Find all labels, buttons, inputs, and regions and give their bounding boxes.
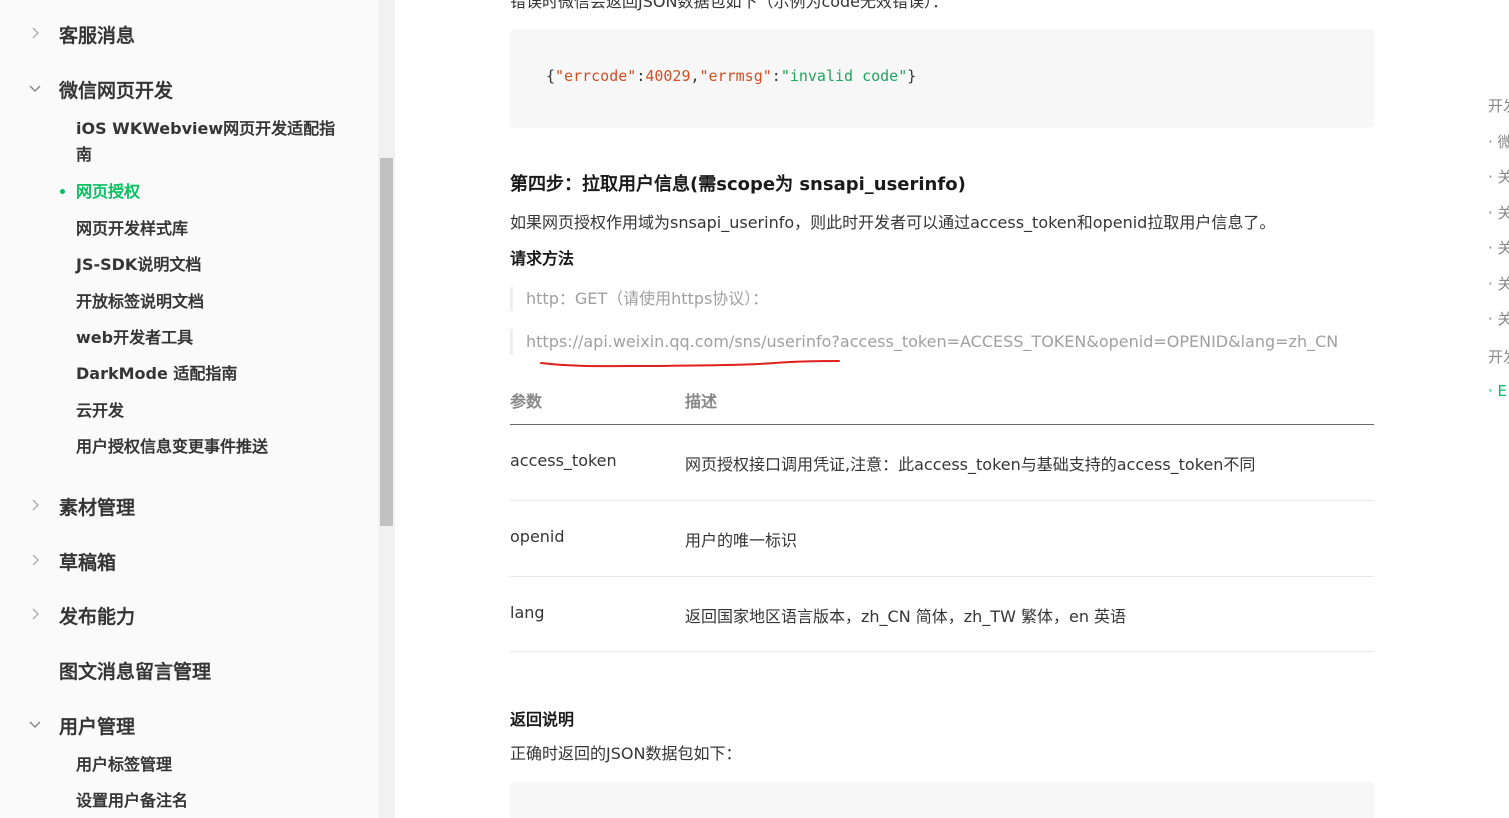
sidebar-section-label: 素材管理	[59, 497, 136, 519]
sidebar-item-ios-wkwebview[interactable]: iOS WKWebview网页开发适配指	[76, 116, 335, 142]
error-intro-text: 错误时微信会返回JSON数据包如下（示例为code无效错误）：	[510, 0, 949, 11]
toc-item[interactable]: · 关	[1488, 273, 1509, 294]
table-row: access_token 网页授权接口调用凭证,注意：此access_token…	[510, 425, 1374, 501]
sidebar-item-darkmode[interactable]: DarkMode 适配指南	[76, 361, 237, 387]
table-cell-desc: 用户的唯一标识	[685, 531, 798, 550]
code-punct: :	[636, 67, 646, 85]
return-heading: 返回说明	[510, 710, 575, 729]
toc-item[interactable]: · 微	[1488, 131, 1509, 152]
sidebar-item-jssdk[interactable]: JS-SDK说明文档	[76, 252, 201, 278]
code-block-error: {"errcode":40029,"errmsg":"invalid code"…	[510, 29, 1374, 128]
code-punct: {	[546, 67, 556, 85]
active-dot-icon	[60, 189, 65, 194]
scrollbar-thumb[interactable]	[380, 158, 393, 526]
api-url-quote: https://api.weixin.qq.com/sns/userinfo?a…	[510, 329, 1338, 355]
toc-item[interactable]: · 关	[1488, 308, 1509, 329]
table-header-param: 参数	[510, 392, 543, 411]
sidebar-item-style-lib[interactable]: 网页开发样式库	[76, 216, 188, 242]
toc-item-active[interactable]: · E	[1488, 382, 1507, 400]
sidebar-item-web-devtools[interactable]: web开发者工具	[76, 325, 193, 351]
sidebar-nav: 客服消息 微信网页开发 iOS WKWebview网页开发适配指 南 网页授权 …	[0, 0, 378, 818]
code-block-success	[510, 782, 1374, 818]
sidebar-item-auth-change[interactable]: 用户授权信息变更事件推送	[76, 434, 268, 460]
toc-item[interactable]: 开发	[1488, 95, 1509, 116]
sidebar-scrollbar[interactable]	[378, 0, 395, 818]
toc-item[interactable]: · 关	[1488, 202, 1509, 223]
request-method-label: 请求方法	[510, 249, 575, 268]
http-method-quote: http：GET（请使用https协议）：	[510, 287, 768, 311]
code-error-json: {"errcode":40029,"errmsg":"invalid code"…	[546, 67, 916, 85]
sidebar-section-label: 草稿箱	[59, 552, 117, 574]
table-cell-param: lang	[510, 603, 545, 622]
sidebar-section-label: 客服消息	[59, 25, 136, 47]
table-cell-desc: 网页授权接口调用凭证,注意：此access_token与基础支持的access_…	[685, 455, 1256, 474]
sidebar-item-user-tags[interactable]: 用户标签管理	[76, 752, 172, 778]
code-punct: }	[907, 67, 917, 85]
chevron-right-icon	[32, 27, 40, 39]
table-row: lang 返回国家地区语言版本，zh_CN 简体，zh_TW 繁体，en 英语	[510, 577, 1374, 652]
toc-item[interactable]: · 关	[1488, 237, 1509, 258]
page-toc: 开发 · 微 · 关 · 关 · 关 · 关 · 关 开发 · E	[1478, 0, 1509, 818]
sidebar-item-ios-wkwebview-cont[interactable]: 南	[76, 142, 92, 168]
code-key: "errcode"	[555, 67, 637, 85]
sidebar-item-open-tag[interactable]: 开放标签说明文档	[76, 289, 204, 315]
code-number: 40029	[645, 67, 691, 85]
code-string: "invalid code"	[780, 67, 908, 85]
code-key: "errmsg"	[699, 67, 772, 85]
table-cell-param: openid	[510, 527, 565, 546]
sidebar-section-label: 图文消息留言管理	[59, 661, 212, 683]
sidebar-item-user-remark[interactable]: 设置用户备注名	[76, 788, 188, 814]
table-cell-param: access_token	[510, 451, 617, 470]
code-punct: ,	[690, 67, 700, 85]
sidebar-item-cloud-dev[interactable]: 云开发	[76, 398, 124, 424]
code-punct: :	[771, 67, 781, 85]
main-content: 错误时微信会返回JSON数据包如下（示例为code无效错误）： {"errcod…	[395, 0, 1475, 818]
sidebar-section-label: 用户管理	[59, 716, 136, 738]
param-table-header: 参数 描述	[510, 384, 1374, 425]
table-cell-desc: 返回国家地区语言版本，zh_CN 简体，zh_TW 繁体，en 英语	[685, 607, 1127, 626]
chevron-right-icon	[32, 554, 40, 566]
sidebar-item-web-auth[interactable]: 网页授权	[76, 179, 140, 205]
return-description: 正确时返回的JSON数据包如下：	[510, 744, 742, 763]
sidebar-section-label: 微信网页开发	[59, 80, 174, 102]
toc-item[interactable]: · 关	[1488, 166, 1509, 187]
table-header-desc: 描述	[685, 392, 718, 411]
chevron-down-icon	[29, 85, 41, 93]
sidebar-section-label: 发布能力	[59, 606, 136, 628]
chevron-right-icon	[32, 499, 40, 511]
chevron-right-icon	[32, 608, 40, 620]
step4-description: 如果网页授权作用域为snsapi_userinfo，则此时开发者可以通过acce…	[510, 213, 1276, 232]
table-row: openid 用户的唯一标识	[510, 501, 1374, 577]
chevron-down-icon	[29, 721, 41, 729]
toc-item[interactable]: 开发	[1488, 346, 1509, 367]
step4-heading: 第四步：拉取用户信息(需scope为 snsapi_userinfo)	[510, 174, 966, 195]
red-underline-annotation	[540, 360, 840, 368]
